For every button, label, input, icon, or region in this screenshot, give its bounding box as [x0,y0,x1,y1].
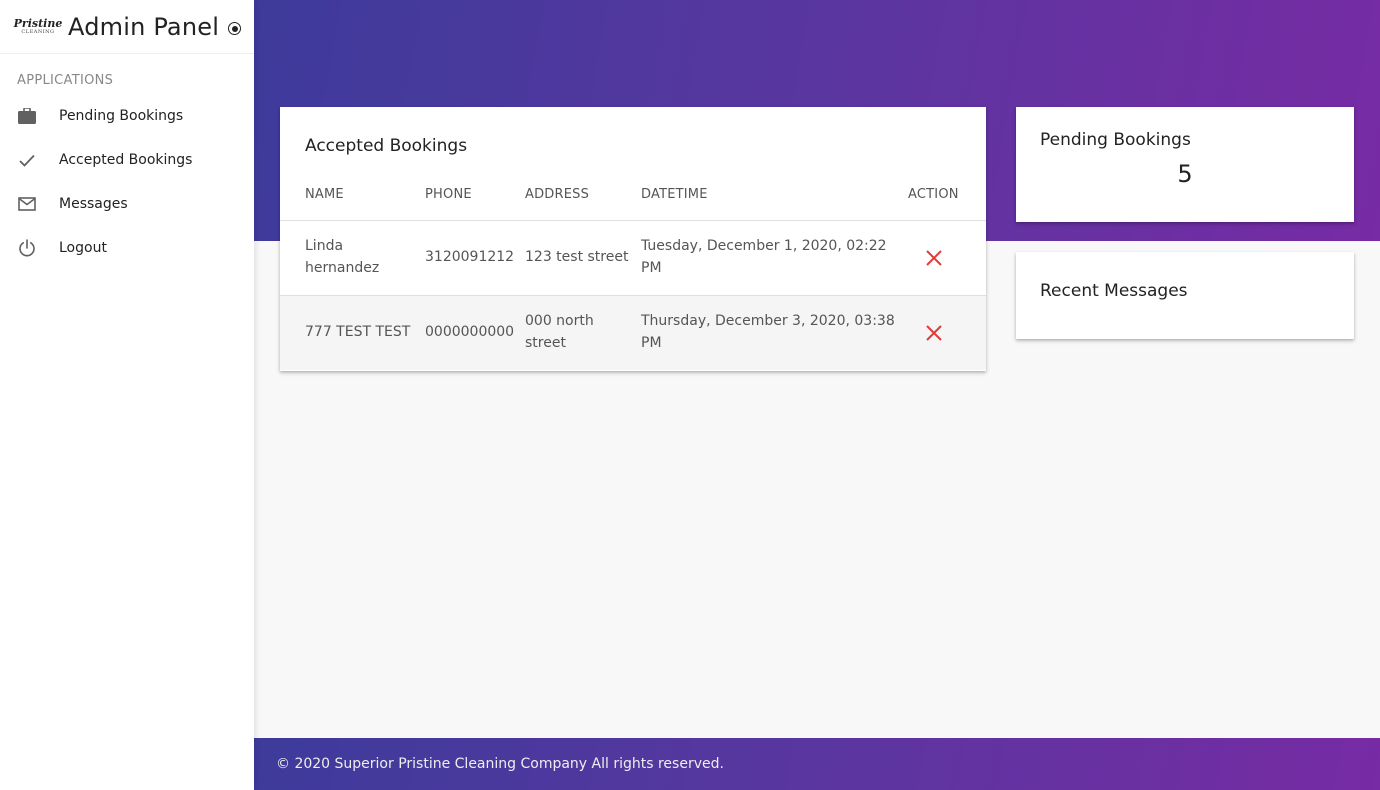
column-header-address: ADDRESS [525,187,590,202]
brand: Pristine CLEANING Admin Panel [0,0,254,54]
cell-address: 123 test street [525,249,629,265]
table-row: Linda hernandez 3120091212 123 test stre… [280,220,986,295]
logo-subtext: CLEANING [21,28,55,35]
column-header-phone: PHONE [425,187,472,202]
accepted-bookings-card: Accepted Bookings NAME PHONE ADDRESS DAT… [280,107,986,371]
sidebar-item-accepted-bookings[interactable]: Accepted Bookings [0,138,254,182]
table-row: 777 TEST TEST 0000000000 000 north stree… [280,295,986,370]
delete-x-icon[interactable] [925,324,943,342]
delete-x-icon[interactable] [925,249,943,267]
cell-address: 000 north street [525,313,594,351]
column-header-action: ACTION [908,187,959,202]
radio-dot-icon[interactable] [228,22,242,35]
sidebar-item-label: Messages [59,196,128,212]
card-title: Accepted Bookings [305,136,468,156]
logo-text: Pristine [13,16,63,30]
section-label: APPLICATIONS [17,73,114,88]
pending-bookings-card[interactable]: Pending Bookings 5 [1016,107,1354,222]
briefcase-icon [17,106,37,126]
check-icon [17,150,37,170]
card-title: Pending Bookings [1040,130,1191,150]
cell-phone: 0000000000 [425,324,515,340]
sidebar-item-label: Pending Bookings [59,108,184,124]
column-header-datetime: DATETIME [641,187,708,202]
sidebar: Pristine CLEANING Admin Panel APPLICATIO… [0,0,254,790]
page-title: Admin Panel [68,12,220,41]
sidebar-item-label: Accepted Bookings [59,152,193,168]
recent-messages-card: Recent Messages [1016,252,1354,339]
table-header: NAME PHONE ADDRESS DATETIME ACTION [280,187,986,221]
pending-count: 5 [1177,160,1193,188]
sidebar-item-label: Logout [59,240,107,256]
mail-icon [17,194,37,214]
column-header-name: NAME [305,187,344,202]
sidebar-item-messages[interactable]: Messages [0,182,254,226]
logo[interactable]: Pristine CLEANING [13,15,63,39]
cell-name: 777 TEST TEST [305,324,411,340]
power-icon [17,238,37,258]
sidebar-item-logout[interactable]: Logout [0,226,254,270]
cell-phone: 3120091212 [425,249,515,265]
sidebar-item-pending-bookings[interactable]: Pending Bookings [0,94,254,138]
card-title: Recent Messages [1040,281,1188,301]
cell-datetime: Tuesday, December 1, 2020, 02:22 PM [641,238,887,276]
footer: © 2020 Superior Pristine Cleaning Compan… [254,738,1380,790]
sidebar-nav: Pending Bookings Accepted Bookings Messa… [0,94,254,270]
footer-text: © 2020 Superior Pristine Cleaning Compan… [276,756,724,772]
cell-datetime: Thursday, December 3, 2020, 03:38 PM [641,313,895,351]
cell-name: Linda hernandez [305,238,380,276]
